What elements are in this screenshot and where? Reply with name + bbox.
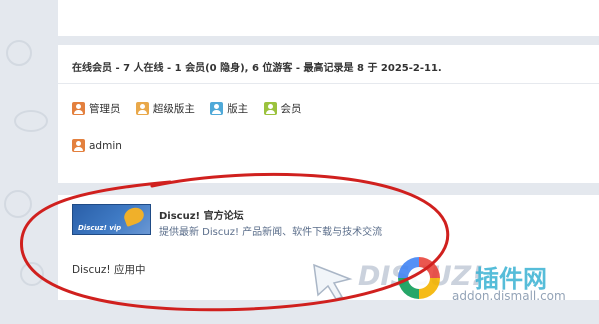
forum-link-name[interactable]: Discuz! 官方论坛 [159, 207, 244, 222]
legend-member: 会员 [263, 101, 302, 116]
forum-link-description: 提供最新 Discuz! 产品新闻、软件下载与技术交流 [159, 227, 383, 238]
watermark-logo-icon [398, 257, 440, 299]
watermark: DISCUZ! 插件网 addon.dismall.com [300, 255, 599, 324]
group-legend: 管理员 超级版主 版主 会员 [72, 101, 314, 117]
legend-label: 超级版主 [152, 103, 195, 115]
online-header: 在线会员 - 7 人在线 - 1 会员(0 隐身), 6 位游客 - 最高记录是… [58, 45, 599, 84]
legend-label: 会员 [280, 103, 302, 115]
legend-super-moderator: 超级版主 [135, 101, 195, 116]
text-link[interactable]: Discuz! 应用中 [72, 262, 145, 277]
background-doodle [20, 262, 44, 286]
legend-label: 版主 [227, 103, 249, 115]
online-user-admin[interactable]: admin [72, 139, 122, 152]
background-doodle [14, 110, 48, 132]
admin-icon [72, 139, 85, 152]
logo-text: Discuz! vip [78, 224, 122, 232]
online-user-name[interactable]: admin [89, 140, 122, 152]
cursor-arrow-icon [313, 263, 353, 300]
online-members-panel: 在线会员 - 7 人在线 - 1 会员(0 隐身), 6 位游客 - 最高记录是… [58, 45, 599, 183]
legend-admin: 管理员 [72, 101, 121, 116]
legend-label: 管理员 [89, 103, 121, 115]
moderator-icon [210, 102, 224, 115]
online-stats-title: 在线会员 - 7 人在线 - 1 会员(0 隐身), 6 位游客 - 最高记录是… [72, 63, 442, 74]
admin-icon [72, 102, 85, 115]
watermark-url: addon.dismall.com [452, 289, 566, 303]
member-icon [263, 102, 277, 115]
background-doodle [4, 190, 32, 218]
background-doodle [6, 40, 32, 66]
logo-swoosh [121, 205, 147, 227]
discuz-vip-logo[interactable]: Discuz! vip [72, 204, 151, 235]
super-moderator-icon [135, 102, 149, 115]
top-panel [58, 0, 599, 36]
legend-moderator: 版主 [210, 101, 248, 116]
